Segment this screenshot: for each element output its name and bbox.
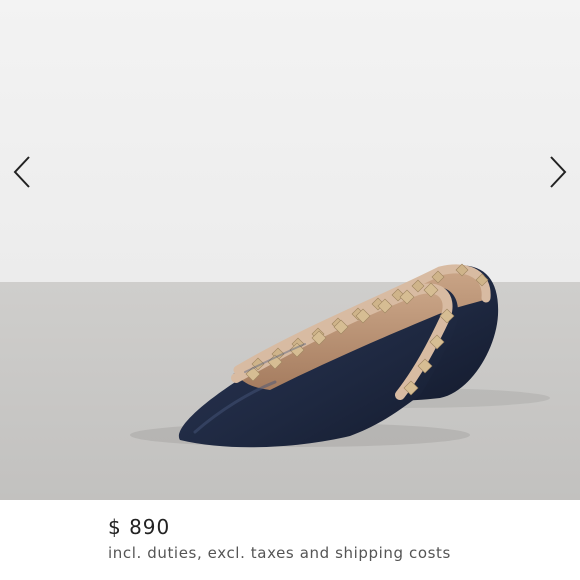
product-image-gallery[interactable] <box>0 0 580 500</box>
chevron-left-icon <box>13 156 30 188</box>
next-image-button[interactable] <box>540 150 576 194</box>
product-price: $ 890 <box>108 515 171 539</box>
previous-image-button[interactable] <box>4 150 40 194</box>
product-page: $ 890 incl. duties, excl. taxes and ship… <box>0 0 580 580</box>
chevron-right-icon <box>550 156 567 188</box>
product-info: $ 890 incl. duties, excl. taxes and ship… <box>108 514 570 564</box>
product-photo <box>0 0 580 500</box>
price-tax-note: incl. duties, excl. taxes and shipping c… <box>108 544 451 562</box>
